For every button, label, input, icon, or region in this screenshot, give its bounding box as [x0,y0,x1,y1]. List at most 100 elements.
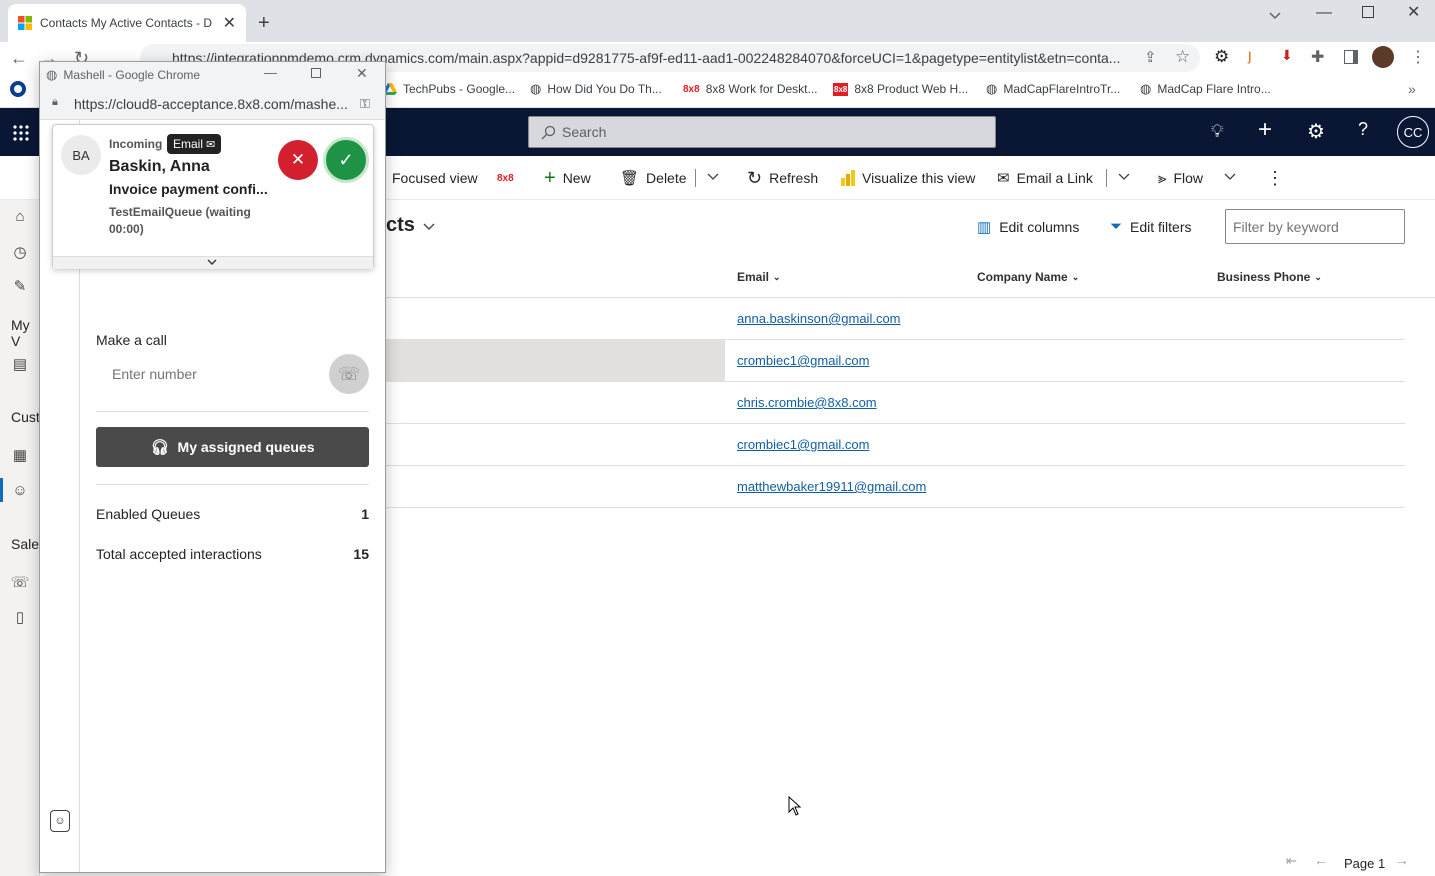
minimize-icon[interactable]: — [1316,4,1332,22]
email-link[interactable]: crombiec1@gmail.com [737,437,869,452]
more-commands-icon[interactable]: ⋮ [1266,168,1284,189]
recent-clock-icon[interactable]: ◷ [10,242,30,262]
command-label: Edit columns [999,219,1080,235]
chrome-menu-icon[interactable]: ⋮ [1410,47,1426,67]
add-icon[interactable]: + [1258,116,1272,144]
leads-phone-icon[interactable]: ☏ [10,572,30,592]
phone-number-input[interactable] [96,354,326,394]
bookmark-star-icon[interactable]: ☆ [1175,47,1190,67]
opportunities-icon[interactable]: ▯ [10,607,30,627]
activities-clipboard-icon[interactable]: ▤ [10,354,30,374]
bookmark-app-icon[interactable] [10,81,26,97]
contacts-book-icon[interactable]: ☺ [50,810,70,832]
table-row[interactable]: crombiec1@gmail.com [386,340,1405,382]
lightbulb-icon[interactable]: 💡︎ [1211,121,1224,142]
popup-minimize-icon[interactable]: — [264,65,277,80]
contacts-person-icon[interactable]: ☺ [10,480,30,500]
refresh-button[interactable]: ↻ Refresh [747,156,818,200]
bookmark-madcap-intro-tr[interactable]: ◍ MadCapFlareIntroTr... [986,75,1120,103]
interaction-status: Incoming [109,137,163,151]
browser-tab[interactable]: Contacts My Active Contacts - D ✕ [8,4,246,42]
new-button[interactable]: + New [544,156,591,200]
profile-avatar[interactable] [1372,46,1394,68]
lock-icon: 🔒︎ [52,96,58,108]
delete-button[interactable]: 🗑︎ Delete [620,156,687,200]
edit-columns-button[interactable]: ▥ Edit columns [977,218,1079,236]
popup-titlebar: ◍ Mashell - Google Chrome — ✕ [40,62,385,88]
more-bookmarks-icon[interactable]: » [1408,81,1416,97]
focused-view-button[interactable]: Focused view [392,156,478,200]
8x8-button[interactable]: 8x8 [497,156,514,200]
8x8-logo-icon: 8x8 [683,83,700,95]
view-selector[interactable]: cts [386,214,435,237]
email-link[interactable]: anna.baskinson@gmail.com [737,311,901,326]
accept-check-icon[interactable]: ✓ [323,137,369,183]
bookmark-techpubs[interactable]: TechPubs - Google... [383,75,515,103]
divider [96,411,369,412]
new-tab-icon[interactable]: + [258,12,270,35]
popup-close-icon[interactable]: ✕ [356,65,368,82]
command-label: Flow [1173,170,1204,186]
active-nav-indicator [0,478,3,502]
table-row[interactable]: chris.crombie@8x8.com [386,382,1405,424]
bookmark-8x8-work[interactable]: 8x8 8x8 Work for Deskt... [683,75,818,103]
settings-gear-icon[interactable]: ⚙ [1307,119,1325,144]
bookmark-8x8-product[interactable]: 8x8 8x8 Product Web H... [833,75,968,103]
search-icon [541,125,556,140]
extension-gear-icon[interactable]: ⚙ [1214,47,1229,67]
email-chevron-down-icon[interactable] [1118,170,1130,182]
email-link[interactable]: crombiec1@gmail.com [737,353,869,368]
pinned-icon[interactable]: ✎ [10,276,30,296]
previous-page-icon[interactable]: ← [1314,852,1328,868]
popup-body: ☺ Make a call ☏ 🎧︎ My assigned queues En… [40,120,385,872]
back-icon[interactable]: ← [10,48,28,69]
browser-tab-strip: Contacts My Active Contacts - D ✕ + — ✕ [0,0,1435,42]
stat-label: Total accepted interactions [96,546,262,562]
dial-phone-icon[interactable]: ☏ [329,354,369,394]
tab-close-icon[interactable]: ✕ [223,13,236,33]
flow-button[interactable]: ⪢ Flow [1158,156,1203,200]
window-close-icon[interactable]: ✕ [1407,2,1420,22]
email-link-button[interactable]: ✉ Email a Link [997,156,1093,200]
column-header-phone[interactable]: Business Phone ⌄ [1217,270,1322,284]
table-row[interactable]: crombiec1@gmail.com [386,424,1405,466]
channel-label: Email [173,137,204,151]
side-panel-icon[interactable] [1344,50,1358,64]
flow-chevron-down-icon[interactable] [1224,170,1236,182]
popup-maximize-icon[interactable] [311,68,321,78]
card-expander[interactable] [53,256,373,269]
extensions-puzzle-icon[interactable]: ✚ [1311,47,1324,67]
user-avatar[interactable]: CC [1397,116,1429,148]
email-link[interactable]: matthewbaker19911@gmail.com [737,479,926,494]
share-icon[interactable]: ⇪ [1144,48,1157,66]
key-icon[interactable]: ⚿ [360,96,370,112]
table-row[interactable]: matthewbaker19911@gmail.com [386,466,1405,508]
nav-group-my-work: My V [11,317,30,349]
extension-j-icon[interactable]: ȷ [1248,47,1252,65]
next-page-icon[interactable]: → [1395,852,1409,868]
extension-red-icon[interactable]: ⬇ [1281,47,1293,64]
column-header-email[interactable]: Email ⌄ [737,270,781,284]
reject-x-icon[interactable]: ✕ [278,140,318,180]
bookmark-how-did-you[interactable]: ◍ How Did You Do Th... [530,75,662,103]
delete-chevron-down-icon[interactable] [707,170,719,182]
table-row[interactable]: anna.baskinson@gmail.com [386,298,1405,340]
help-icon[interactable]: ? [1358,119,1368,140]
column-header-company[interactable]: Company Name ⌄ [977,270,1079,284]
popup-address-bar: 🔒︎ https://cloud8-acceptance.8x8.com/mas… [40,88,385,120]
app-launcher-icon[interactable] [12,124,29,141]
first-page-icon[interactable]: ⇤ [1286,853,1297,869]
tab-search-icon[interactable] [1268,8,1282,22]
filter-keyword-input[interactable] [1225,209,1405,244]
email-link[interactable]: chris.crombie@8x8.com [737,395,877,410]
accounts-icon[interactable]: ▦ [10,445,30,465]
bookmark-madcap-flare-intro[interactable]: ◍ MadCap Flare Intro... [1140,75,1271,103]
edit-filters-button[interactable]: ⏷ Edit filters [1110,218,1191,235]
maximize-icon[interactable] [1362,6,1374,18]
visualize-button[interactable]: Visualize this view [841,156,975,200]
home-icon[interactable]: ⌂ [10,206,30,226]
incoming-interaction-card[interactable]: BA Incoming Email ✉ Baskin, Anna Invoice … [52,124,374,269]
my-assigned-queues-button[interactable]: 🎧︎ My assigned queues [96,427,369,467]
command-label: New [562,170,591,186]
global-search-box[interactable]: Search [528,116,996,148]
